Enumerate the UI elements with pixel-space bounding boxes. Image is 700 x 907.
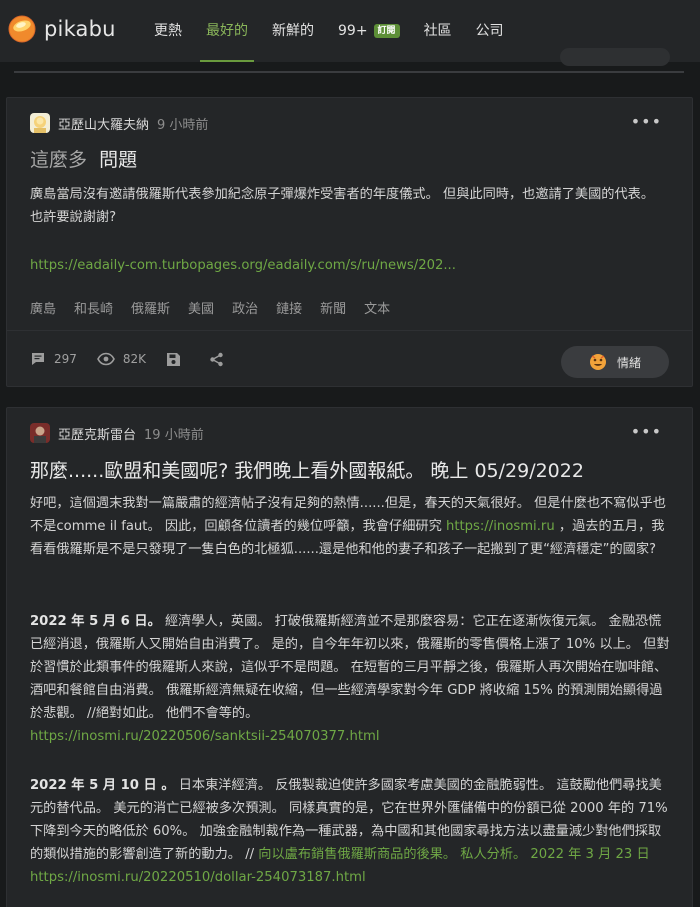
emotions-label: 情緒	[616, 355, 641, 370]
tag[interactable]: 美國	[188, 298, 214, 317]
article-link[interactable]: https://inosmi.ru/20220506/sanktsii-2540…	[30, 729, 380, 744]
paragraph-date: 2022 年 5 月 10 日 。	[30, 778, 175, 793]
more-options-icon[interactable]: •••	[631, 422, 662, 441]
tag[interactable]: 和長崎	[74, 298, 113, 317]
nav-best[interactable]: 最好的	[200, 0, 254, 62]
tag[interactable]: 政治	[232, 298, 258, 317]
story-footer: 297 82K	[30, 351, 252, 367]
story-paragraph: 2022 年 5 月 6 日。 經濟學人，英國。 打破俄羅斯經濟並不是那麼容易：…	[30, 610, 670, 748]
subscriptions-count: 99+	[338, 23, 368, 39]
previous-post-edge	[14, 71, 684, 73]
comments-count: 297	[54, 352, 77, 366]
eye-icon	[97, 352, 115, 366]
author-name[interactable]: 亞歷克斯雷台	[58, 424, 136, 443]
tag[interactable]: 廣島	[30, 298, 56, 317]
tag[interactable]: 鏈接	[276, 298, 302, 317]
comment-icon	[32, 353, 44, 365]
more-options-icon[interactable]: •••	[631, 112, 662, 131]
nav-companies[interactable]: 公司	[476, 0, 504, 62]
post-time: 19 小時前	[144, 427, 204, 443]
story-divider	[7, 330, 692, 331]
story-title[interactable]: 那麼......歐盟和美國呢? 我們晚上看外國報紙。 晚上 05/29/2022	[30, 456, 584, 483]
story-title-prefix: 這麼多	[30, 149, 88, 171]
story-tags: 廣島 和長崎 俄羅斯 美國 政治 鏈接 新聞 文本	[30, 298, 408, 317]
previous-post-button-edge	[560, 48, 670, 66]
story-paragraph: 好吧，這個週末我對一篇嚴肅的經濟帖子沒有足夠的熱情......但是，春天的天氣很…	[30, 492, 670, 561]
author-avatar[interactable]	[30, 423, 50, 443]
tag[interactable]: 俄羅斯	[131, 298, 170, 317]
share-icon	[210, 352, 223, 366]
tag[interactable]: 文本	[364, 298, 390, 317]
post-time: 9 小時前	[157, 117, 209, 133]
story-author-row: 亞歷山大羅夫納 9 小時前	[30, 113, 208, 133]
share-button[interactable]	[209, 352, 232, 367]
tag[interactable]: 新聞	[320, 298, 346, 317]
comments-button[interactable]: 297	[30, 351, 77, 367]
author-avatar[interactable]	[30, 113, 50, 133]
story-title[interactable]: 這麼多 問題	[30, 145, 137, 172]
pikabu-logo-icon	[8, 15, 36, 43]
story-text: 廣島當局沒有邀請俄羅斯代表參加紀念原子彈爆炸受害者的年度儀式。 但與此同時，也邀…	[30, 187, 655, 225]
related-article-link[interactable]: 向以盧布銷售俄羅斯商品的後果。 私人分析。 2022 年 3 月 23 日	[258, 847, 649, 862]
story-paragraph: 2022 年 5 月 10 日 。 日本東洋經濟。 反俄製裁迫使許多國家考慮美國…	[30, 774, 670, 889]
author-name[interactable]: 亞歷山大羅夫納	[58, 114, 149, 133]
views-count: 82K	[122, 352, 147, 366]
subscriptions-badge: 訂閱	[373, 24, 400, 38]
emoji-icon	[589, 354, 606, 370]
logo-text: pikabu	[44, 17, 116, 41]
article-link[interactable]: https://inosmi.ru/20220510/dollar-254073…	[30, 870, 366, 885]
paragraph-text: 經濟學人，英國。 打破俄羅斯經濟並不是那麼容易：它正在逐漸恢復元氣。 金融恐慌已…	[30, 614, 670, 721]
main-nav: 更熱 最好的 新鮮的 99+ 訂閱 社區 公司	[154, 0, 528, 62]
story-card: 亞歷山大羅夫納 9 小時前 ••• 這麼多 問題 廣島當局沒有邀請俄羅斯代表參加…	[6, 97, 693, 387]
story-link[interactable]: https://eadaily-com.turbopages.org/eadai…	[30, 258, 456, 273]
inosmi-link[interactable]: https://inosmi.ru	[446, 519, 555, 534]
views-counter: 82K	[97, 352, 146, 366]
story-card: 亞歷克斯雷台 19 小時前 ••• 那麼......歐盟和美國呢? 我們晚上看外…	[6, 407, 693, 907]
story-title-main: 問題	[99, 149, 138, 171]
paragraph-date: 2022 年 5 月 6 日。	[30, 614, 161, 629]
pikabu-logo[interactable]: pikabu	[8, 15, 116, 43]
nav-hot[interactable]: 更熱	[154, 0, 182, 62]
save-icon	[167, 352, 181, 366]
nav-communities[interactable]: 社區	[424, 0, 452, 62]
story-link-row: https://eadaily-com.turbopages.org/eadai…	[30, 254, 670, 277]
nav-fresh[interactable]: 新鮮的	[272, 0, 314, 62]
story-author-row: 亞歷克斯雷台 19 小時前	[30, 423, 204, 443]
emotions-button[interactable]: 情緒	[561, 346, 669, 378]
save-button[interactable]	[166, 352, 189, 367]
nav-subscriptions[interactable]: 99+ 訂閱	[338, 0, 400, 62]
